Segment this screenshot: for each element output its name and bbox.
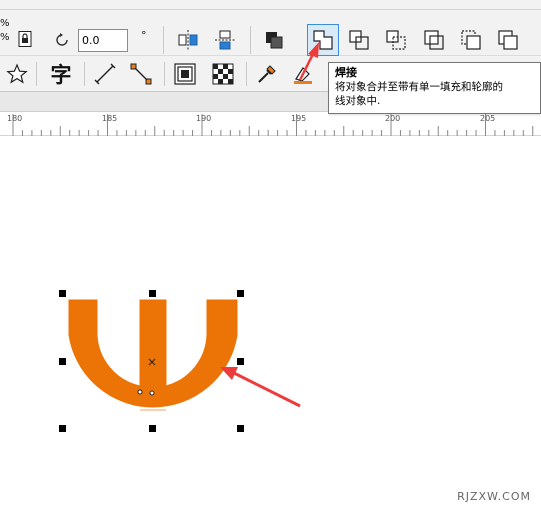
watermark: RJZXW.COM: [457, 490, 531, 503]
handle-bottom-left[interactable]: [59, 425, 66, 432]
handle-top-left[interactable]: [59, 290, 66, 297]
annotation-arrow-to-weld: [298, 42, 319, 81]
handle-top-center[interactable]: [149, 290, 156, 297]
handle-middle-right[interactable]: [237, 358, 244, 365]
annotation-arrow-to-shape: [220, 367, 301, 408]
drawing-canvas[interactable]: [0, 0, 541, 513]
path-node[interactable]: [137, 389, 143, 395]
path-node[interactable]: [149, 390, 155, 396]
handle-middle-left[interactable]: [59, 358, 66, 365]
handle-bottom-center[interactable]: [149, 425, 156, 432]
handle-bottom-right[interactable]: [237, 425, 244, 432]
handle-top-right[interactable]: [237, 290, 244, 297]
